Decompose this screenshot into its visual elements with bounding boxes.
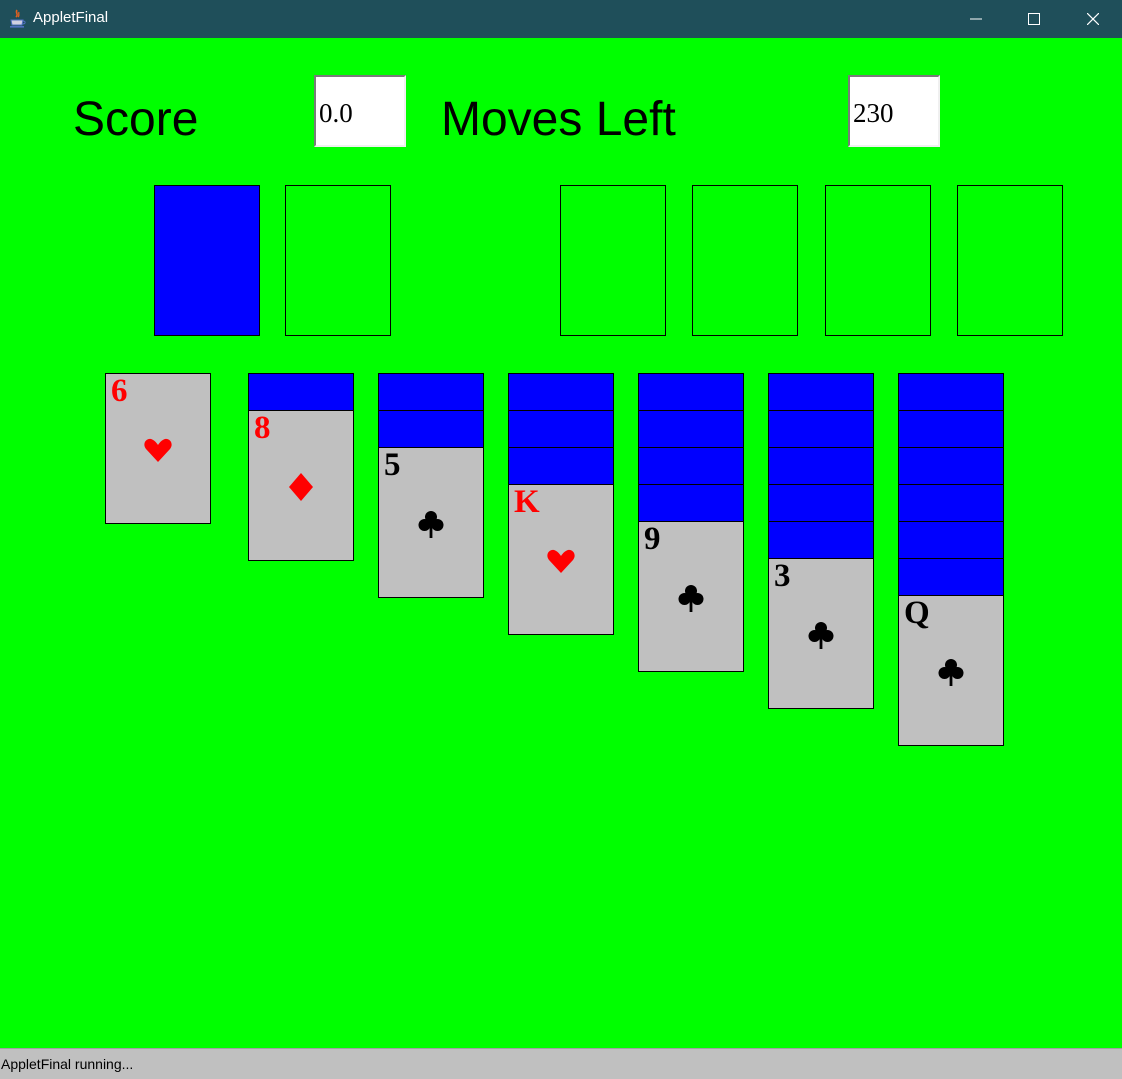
game-table: Score Moves Left 6 8 5 K 9 3 Q: [0, 38, 1122, 1048]
moves-left-field[interactable]: [848, 75, 940, 147]
status-bar: AppletFinal running...: [0, 1048, 1122, 1079]
score-field[interactable]: [314, 75, 406, 147]
card-rank: Q: [904, 595, 930, 631]
foundation-4[interactable]: [957, 185, 1063, 336]
card-back[interactable]: [898, 447, 1004, 485]
card-back[interactable]: [898, 558, 1004, 596]
tableau-pile-2[interactable]: 8: [248, 373, 354, 561]
card-back[interactable]: [248, 373, 354, 411]
heart-icon: [547, 549, 575, 573]
close-icon: [1087, 13, 1099, 25]
tableau-pile-5[interactable]: 9: [638, 373, 744, 672]
card-rank: 8: [254, 410, 271, 446]
card-back[interactable]: [638, 373, 744, 411]
close-button[interactable]: [1064, 0, 1122, 38]
card-back[interactable]: [768, 410, 874, 448]
club-icon: [808, 622, 834, 649]
maximize-icon: [1028, 13, 1040, 25]
club-icon: [418, 511, 444, 538]
card-back[interactable]: [768, 521, 874, 559]
moves-left-label: Moves Left: [441, 93, 676, 146]
card-rank: 6: [111, 373, 128, 409]
card-back[interactable]: [508, 410, 614, 448]
card-back[interactable]: [378, 410, 484, 448]
tableau-pile-3[interactable]: 5: [378, 373, 484, 598]
title-bar: AppletFinal: [0, 0, 1122, 38]
face-up-card[interactable]: K: [508, 484, 614, 635]
card-back[interactable]: [768, 373, 874, 411]
tableau-pile-7[interactable]: Q: [898, 373, 1004, 746]
minimize-icon: [970, 18, 982, 20]
card-rank: 5: [384, 447, 401, 483]
card-back[interactable]: [638, 447, 744, 485]
tableau-pile-1[interactable]: 6: [105, 373, 211, 524]
card-back[interactable]: [638, 484, 744, 522]
waste-pile[interactable]: [285, 185, 391, 336]
face-up-card[interactable]: 5: [378, 447, 484, 598]
minimize-button[interactable]: [947, 0, 1005, 38]
card-rank: 9: [644, 521, 661, 557]
card-back[interactable]: [768, 484, 874, 522]
card-back[interactable]: [508, 373, 614, 411]
club-icon: [678, 585, 704, 612]
face-up-card[interactable]: 6: [105, 373, 211, 524]
card-back[interactable]: [898, 521, 1004, 559]
face-up-card[interactable]: Q: [898, 595, 1004, 746]
foundation-1[interactable]: [560, 185, 666, 336]
card-back[interactable]: [898, 410, 1004, 448]
face-up-card[interactable]: 3: [768, 558, 874, 709]
card-back[interactable]: [768, 447, 874, 485]
face-up-card[interactable]: 8: [248, 410, 354, 561]
java-app-icon: [10, 9, 26, 28]
score-label: Score: [73, 93, 199, 146]
card-rank: K: [514, 484, 540, 520]
window-title: AppletFinal: [33, 9, 109, 26]
diamond-icon: [289, 473, 313, 501]
card-back[interactable]: [638, 410, 744, 448]
heart-icon: [144, 438, 172, 462]
maximize-button[interactable]: [1005, 0, 1063, 38]
club-icon: [938, 659, 964, 686]
card-back[interactable]: [508, 447, 614, 485]
tableau-pile-4[interactable]: K: [508, 373, 614, 635]
card-rank: 3: [774, 558, 791, 594]
face-up-card[interactable]: 9: [638, 521, 744, 672]
card-back[interactable]: [378, 373, 484, 411]
card-back[interactable]: [898, 373, 1004, 411]
tableau-pile-6[interactable]: 3: [768, 373, 874, 709]
foundation-2[interactable]: [692, 185, 798, 336]
foundation-3[interactable]: [825, 185, 931, 336]
status-text: AppletFinal running...: [1, 1056, 134, 1072]
card-back[interactable]: [898, 484, 1004, 522]
stock-pile[interactable]: [154, 185, 260, 336]
